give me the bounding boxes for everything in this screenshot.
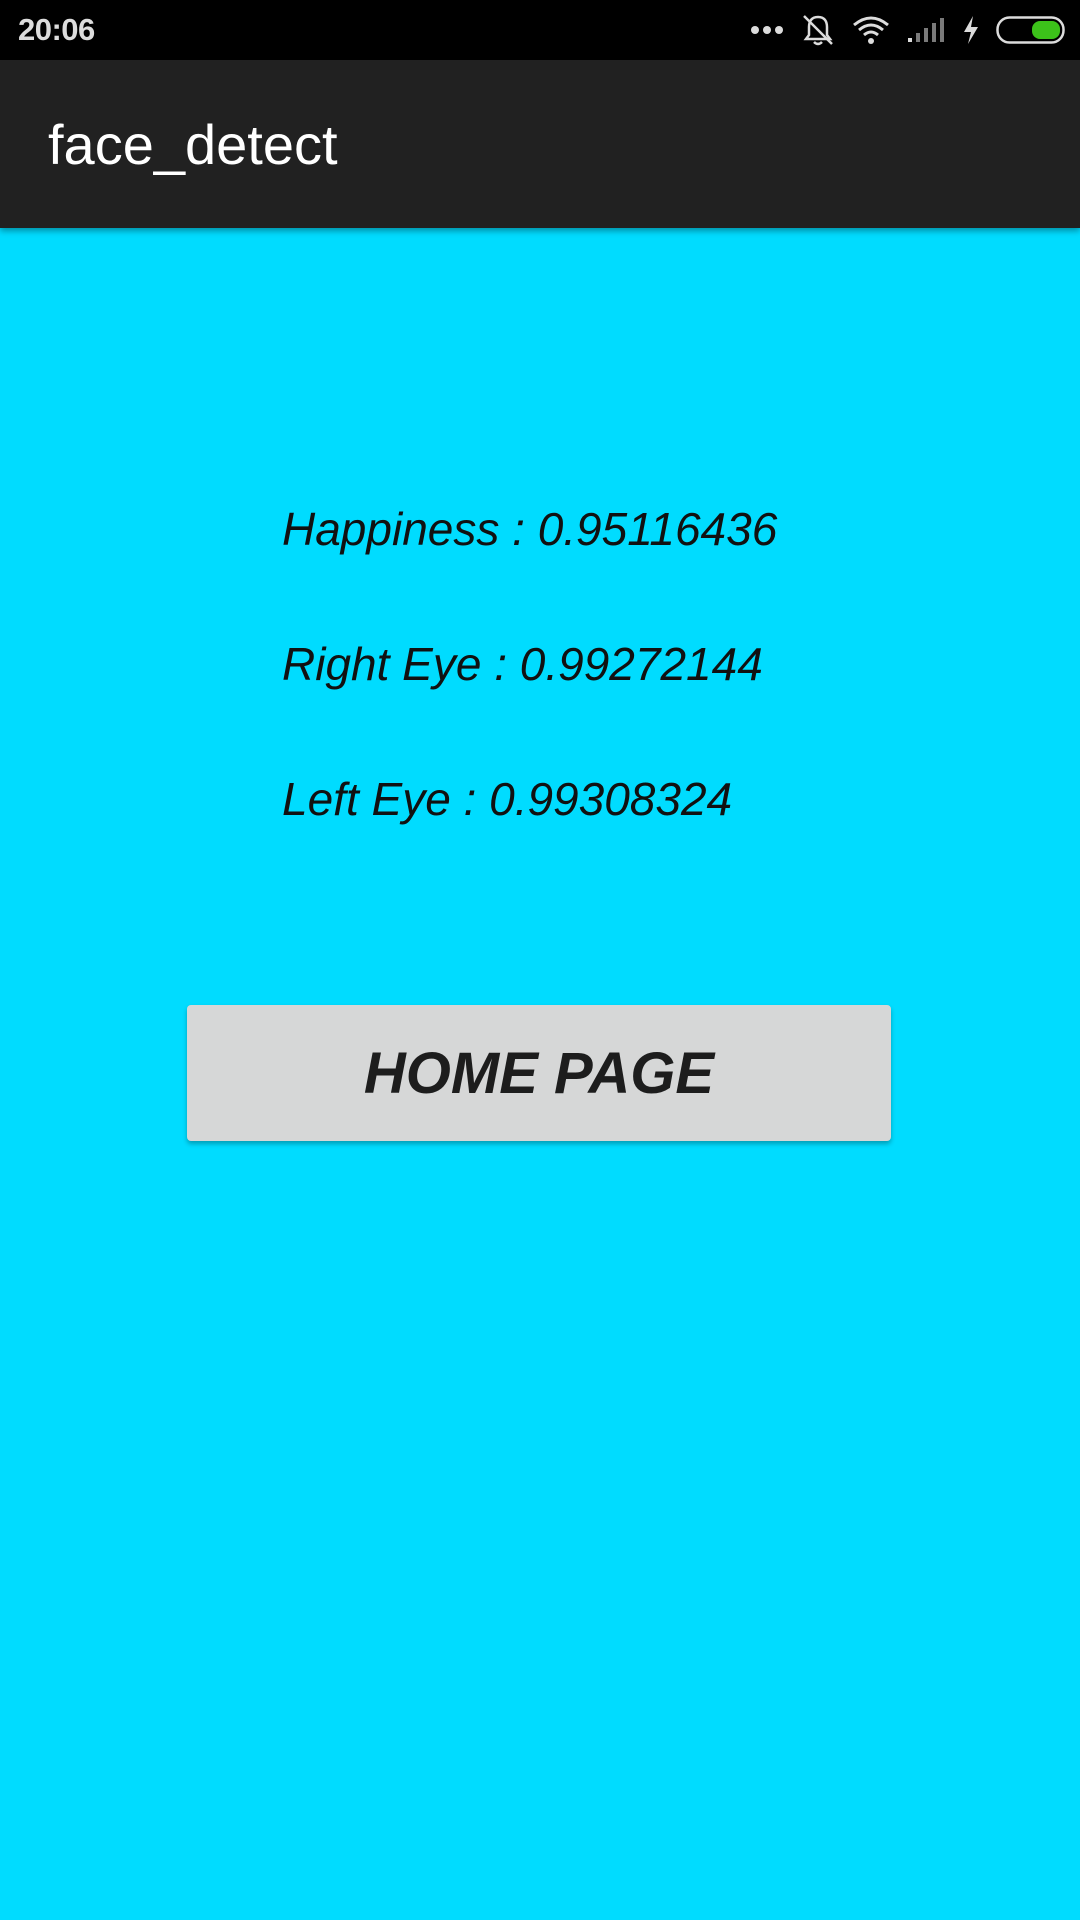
more-dots-icon (750, 25, 784, 35)
right-eye-result: Right Eye : 0.99272144 (282, 638, 763, 690)
happiness-result: Happiness : 0.95116436 (282, 503, 778, 555)
status-bar: 20:06 (0, 0, 1080, 60)
app-screen: 20:06 face_detect Happiness: 0.95116436… (0, 0, 1080, 1920)
wifi-icon (852, 15, 890, 45)
status-time: 20:06 (18, 12, 95, 47)
charging-bolt-icon (962, 15, 980, 45)
home-page-button[interactable]: HOME PAGE (187, 1005, 891, 1141)
app-title: face_detect (48, 113, 338, 176)
status-icons (750, 10, 1066, 50)
signal-icon (906, 16, 946, 44)
left-eye-result: Left Eye : 0.99308324 (282, 773, 733, 825)
vibrate-mute-icon (800, 13, 836, 47)
app-bar: face_detect (0, 60, 1080, 228)
battery-icon (996, 16, 1066, 44)
